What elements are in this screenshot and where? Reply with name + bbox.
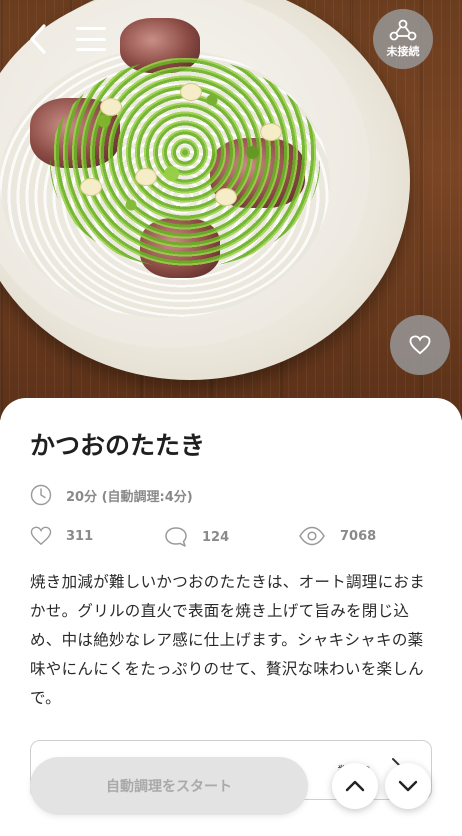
views-stat: 7068 — [298, 526, 376, 546]
scroll-up-button[interactable] — [332, 763, 378, 809]
plate — [0, 0, 410, 380]
likes-stat[interactable]: 311 — [30, 526, 93, 546]
cooking-time: 20分 (自動調理:4分) — [30, 484, 193, 506]
network-nodes-icon — [389, 19, 417, 41]
chevron-up-icon — [345, 780, 365, 792]
clock-icon — [30, 484, 52, 506]
scroll-down-button[interactable] — [385, 763, 431, 809]
heart-icon — [409, 335, 431, 355]
recipe-description: 焼き加減が難しいかつおのたたきは、オート調理におまかせ。グリルの直火で表面を焼き… — [30, 573, 426, 707]
eye-icon — [299, 526, 325, 546]
back-button[interactable] — [22, 22, 54, 56]
chevron-down-icon — [398, 780, 418, 792]
connection-status-label: 未接続 — [386, 45, 420, 58]
recipe-stats: 311 124 7068 — [30, 526, 430, 550]
connection-status-badge[interactable]: 未接続 — [373, 9, 433, 69]
chevron-left-icon — [30, 24, 46, 54]
hamburger-menu-icon — [76, 27, 106, 30]
views-count: 7068 — [340, 528, 377, 544]
recipe-title: かつおのたたき — [30, 431, 206, 460]
menu-button[interactable] — [74, 24, 108, 54]
favorite-button[interactable] — [390, 315, 450, 375]
speech-bubble-icon — [165, 527, 187, 547]
comments-stat[interactable]: 124 — [164, 526, 229, 548]
comments-count: 124 — [202, 529, 230, 545]
likes-count: 311 — [66, 528, 94, 544]
start-auto-cooking-button[interactable]: 自動調理をスタート — [30, 757, 308, 815]
cooking-time-text: 20分 (自動調理:4分) — [66, 489, 193, 505]
heart-outline-icon — [30, 526, 52, 546]
